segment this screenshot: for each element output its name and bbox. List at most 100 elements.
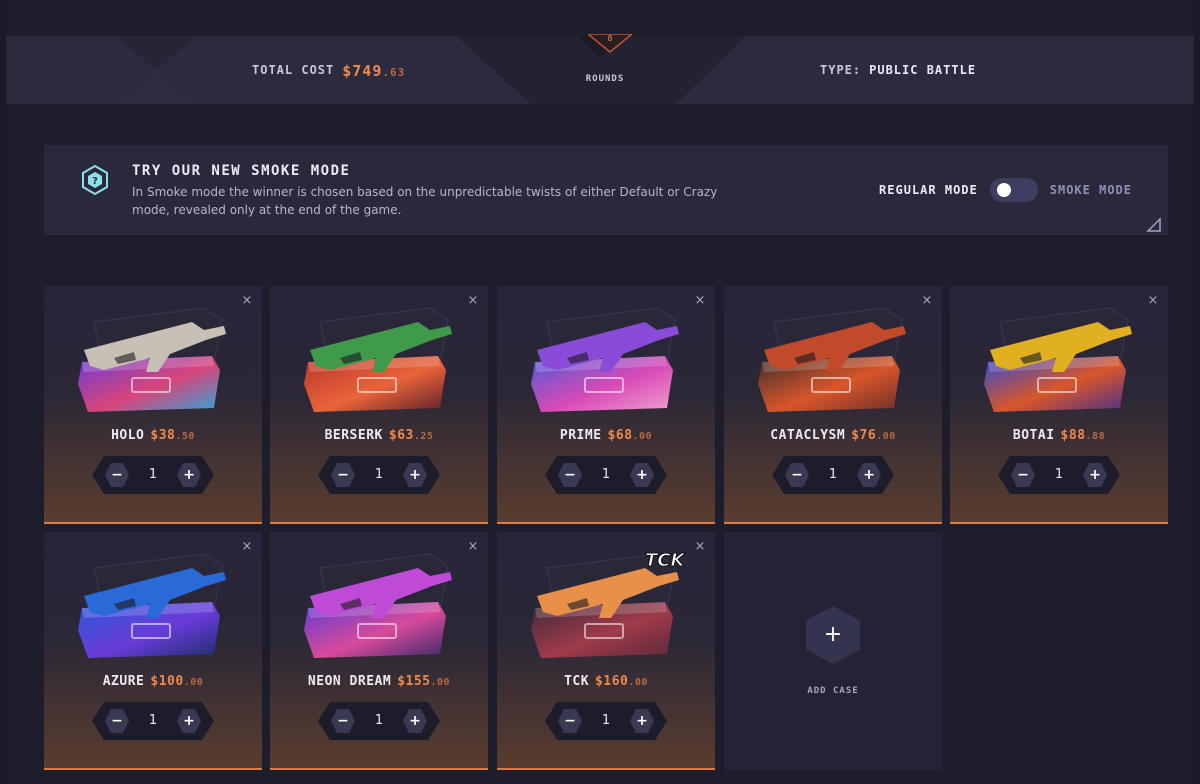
case-title: PRIME $68.00: [497, 428, 715, 443]
case-price: $68.00: [607, 428, 653, 443]
remove-case-button[interactable]: ×: [920, 294, 934, 308]
increase-quantity-button[interactable]: +: [177, 709, 201, 733]
quantity-stepper: − 1 +: [545, 702, 667, 740]
case-price: $88.88: [1060, 428, 1106, 443]
case-name: CATACLYSM: [770, 428, 846, 443]
increase-quantity-button[interactable]: +: [1083, 463, 1107, 487]
rounds-label: ROUNDS: [585, 74, 625, 84]
case-name: BERSERK: [324, 428, 383, 443]
decrease-quantity-button[interactable]: −: [558, 709, 582, 733]
quantity-value: 1: [601, 467, 611, 482]
type-label: TYPE:: [820, 63, 862, 77]
case-image: TCK: [531, 550, 687, 658]
quantity-stepper: − 1 +: [772, 456, 894, 494]
smoke-mode-label[interactable]: SMOKE MODE: [1050, 183, 1132, 197]
remove-case-button[interactable]: ×: [466, 540, 480, 554]
case-title: HOLO $38.50: [44, 428, 262, 443]
battle-type: TYPE: PUBLIC BATTLE: [820, 36, 976, 104]
case-card: × CATACLYSM $76.00 − 1 +: [724, 286, 942, 524]
add-case-icon[interactable]: +: [806, 606, 860, 664]
case-name: AZURE: [102, 674, 145, 689]
increase-quantity-button[interactable]: +: [177, 463, 201, 487]
regular-mode-label[interactable]: REGULAR MODE: [879, 183, 978, 197]
case-name: TCK: [564, 674, 590, 689]
case-name: PRIME: [559, 428, 602, 443]
case-title: BERSERK $63.25: [270, 428, 488, 443]
quantity-stepper: − 1 +: [998, 456, 1120, 494]
total-cost-value: $749.63: [342, 61, 406, 80]
case-logo: TCK: [645, 550, 686, 571]
case-image: [984, 307, 1132, 412]
increase-quantity-button[interactable]: +: [630, 463, 654, 487]
smoke-mode-icon: ?: [82, 165, 108, 195]
decrease-quantity-button[interactable]: −: [105, 463, 129, 487]
case-price: $63.25: [388, 428, 434, 443]
quantity-stepper: − 1 +: [92, 702, 214, 740]
quantity-stepper: − 1 +: [92, 456, 214, 494]
case-title: CATACLYSM $76.00: [724, 428, 942, 443]
decrease-quantity-button[interactable]: −: [331, 463, 355, 487]
case-image: [304, 553, 452, 658]
smoke-mode-banner: ? TRY OUR NEW SMOKE MODE In Smoke mode t…: [44, 145, 1168, 235]
quantity-stepper: − 1 +: [318, 702, 440, 740]
decrease-quantity-button[interactable]: −: [105, 709, 129, 733]
case-image: [304, 307, 452, 412]
total-cost-label: TOTAL COST: [252, 63, 335, 77]
decrease-quantity-button[interactable]: −: [1011, 463, 1035, 487]
case-price: $160.00: [595, 674, 648, 689]
case-card: × BERSERK $63.25 − 1 +: [270, 286, 488, 524]
case-image: [78, 553, 226, 658]
remove-case-button[interactable]: ×: [693, 294, 707, 308]
decrease-quantity-button[interactable]: −: [558, 463, 582, 487]
toggle-knob: [996, 183, 1011, 197]
quantity-value: 1: [374, 467, 384, 482]
svg-text:?: ?: [92, 176, 98, 187]
remove-case-button[interactable]: ×: [693, 540, 707, 554]
corner-triangle-icon: [1146, 217, 1161, 232]
quantity-stepper: − 1 +: [545, 456, 667, 494]
case-image: [758, 307, 906, 412]
case-price: $155.00: [397, 674, 451, 689]
quantity-value: 1: [148, 467, 158, 482]
add-case-card[interactable]: + ADD CASE: [724, 532, 942, 770]
quantity-value: 1: [828, 467, 838, 482]
case-title: NEON DREAM $155.00: [270, 674, 488, 689]
case-card: × AZURE $100.00 − 1 +: [44, 532, 262, 770]
case-name: HOLO: [111, 428, 145, 443]
case-price: $76.00: [851, 428, 896, 443]
mode-switch: REGULAR MODE SMOKE MODE: [879, 178, 1132, 202]
case-title: TCK $160.00: [497, 674, 715, 689]
case-image: [531, 307, 679, 412]
quantity-value: 1: [374, 713, 384, 728]
case-card: × BOTAI $88.88 − 1 +: [950, 286, 1168, 524]
increase-quantity-button[interactable]: +: [857, 463, 881, 487]
add-case-label: ADD CASE: [807, 686, 859, 696]
increase-quantity-button[interactable]: +: [630, 709, 654, 733]
case-title: BOTAI $88.88: [950, 428, 1168, 443]
decrease-quantity-button[interactable]: −: [331, 709, 355, 733]
quantity-value: 1: [1054, 467, 1064, 482]
case-price: $38.50: [150, 428, 195, 443]
case-name: NEON DREAM: [307, 674, 392, 689]
case-image: [78, 307, 226, 412]
remove-case-button[interactable]: ×: [240, 294, 254, 308]
case-card: × HOLO $38.50 − 1 +: [44, 286, 262, 524]
quantity-value: 1: [601, 713, 611, 728]
smoke-mode-title: TRY OUR NEW SMOKE MODE: [132, 163, 351, 179]
decrease-quantity-button[interactable]: −: [785, 463, 809, 487]
remove-case-button[interactable]: ×: [1146, 294, 1160, 308]
increase-quantity-button[interactable]: +: [403, 463, 427, 487]
total-cost: TOTAL COST $749.63: [252, 36, 405, 104]
increase-quantity-button[interactable]: +: [403, 709, 427, 733]
smoke-mode-toggle[interactable]: [989, 178, 1038, 202]
rounds-count: 8: [608, 34, 613, 43]
case-card: × PRIME $68.00 − 1 +: [497, 286, 715, 524]
remove-case-button[interactable]: ×: [240, 540, 254, 554]
quantity-stepper: − 1 +: [318, 456, 440, 494]
case-title: AZURE $100.00: [44, 674, 262, 689]
rounds-badge: 8: [588, 34, 632, 53]
battle-summary-bar: 8 TOTAL COST $749.63 TYPE: PUBLIC BATTLE: [6, 34, 1194, 104]
case-card: × TCK TCK $160.00 − 1 +: [497, 532, 715, 770]
remove-case-button[interactable]: ×: [466, 294, 480, 308]
quantity-value: 1: [148, 713, 158, 728]
